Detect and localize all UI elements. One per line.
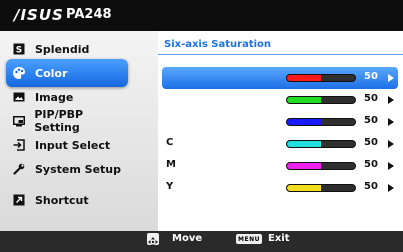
- saturation-slider[interactable]: [286, 74, 356, 82]
- sidebar-item-label: System Setup: [35, 162, 121, 176]
- slider-value: 50: [364, 137, 378, 148]
- sidebar-item-label: Splendid: [35, 42, 90, 56]
- joystick-icon: [147, 233, 159, 247]
- saturation-slider[interactable]: [286, 162, 356, 170]
- saturation-row[interactable]: 50: [162, 111, 398, 133]
- slider-value: 50: [364, 181, 378, 192]
- saturation-row[interactable]: C 50: [162, 133, 398, 155]
- saturation-row[interactable]: M 50: [162, 155, 398, 177]
- sidebar-item-system-setup[interactable]: System Setup: [6, 155, 128, 183]
- slider-value: 50: [364, 115, 378, 126]
- slider-value: 50: [364, 71, 378, 82]
- slider-fill: [287, 75, 321, 81]
- pip-icon: [12, 114, 25, 128]
- brand-logo: /ISUS: [14, 6, 64, 24]
- model-name: PA248: [66, 7, 112, 22]
- slider-fill: [287, 119, 321, 125]
- top-bar: /ISUS PA248: [0, 0, 403, 31]
- sidebar-item-label: Image: [35, 90, 74, 104]
- move-hint: Move: [172, 233, 203, 244]
- saturation-row[interactable]: 50: [162, 89, 398, 111]
- row-label: Y: [166, 181, 174, 192]
- exit-hint: Exit: [268, 233, 290, 244]
- osd-body: S Splendid Color Image PIP/PBP Setting I…: [0, 31, 403, 231]
- slider-value: 50: [364, 93, 378, 104]
- row-label: M: [166, 159, 176, 170]
- palette-icon: [12, 66, 26, 80]
- arrow-right-icon[interactable]: [388, 140, 394, 148]
- arrow-right-icon[interactable]: [388, 184, 394, 192]
- saturation-slider[interactable]: [286, 118, 356, 126]
- slider-fill: [287, 163, 321, 169]
- saturation-slider[interactable]: [286, 96, 356, 104]
- sidebar-item-label: Shortcut: [35, 193, 89, 207]
- row-label: C: [166, 137, 174, 148]
- menu-key-icon: MENU: [236, 234, 262, 244]
- saturation-row[interactable]: Y 50: [162, 177, 398, 199]
- sidebar-item-label: Color: [35, 66, 68, 80]
- image-icon: [12, 90, 26, 104]
- slider-value: 50: [364, 159, 378, 170]
- saturation-row[interactable]: 50: [162, 67, 398, 89]
- arrow-right-icon[interactable]: [388, 162, 394, 170]
- arrow-right-icon[interactable]: [388, 96, 394, 104]
- footer-bar: Move MENU Exit: [0, 231, 403, 247]
- title-divider: [158, 54, 403, 55]
- slider-fill: [287, 141, 321, 147]
- sidebar: S Splendid Color Image PIP/PBP Setting I…: [0, 31, 158, 231]
- svg-text:S: S: [16, 46, 22, 56]
- splendid-icon: S: [12, 42, 26, 56]
- slider-fill: [287, 185, 321, 191]
- slider-fill: [287, 97, 321, 103]
- panel-title: Six-axis Saturation: [164, 39, 272, 50]
- wrench-icon: [12, 162, 26, 176]
- arrow-right-icon[interactable]: [388, 118, 394, 126]
- arrow-right-icon[interactable]: [388, 74, 394, 82]
- sidebar-item-label: Input Select: [35, 138, 111, 152]
- saturation-slider[interactable]: [286, 140, 356, 148]
- sidebar-item-shortcut[interactable]: Shortcut: [6, 186, 128, 214]
- input-icon: [12, 138, 26, 152]
- shortcut-icon: [12, 193, 26, 207]
- saturation-slider[interactable]: [286, 184, 356, 192]
- content-panel: Six-axis Saturation 50 50 50 C 50 M 50 Y 50: [158, 31, 403, 231]
